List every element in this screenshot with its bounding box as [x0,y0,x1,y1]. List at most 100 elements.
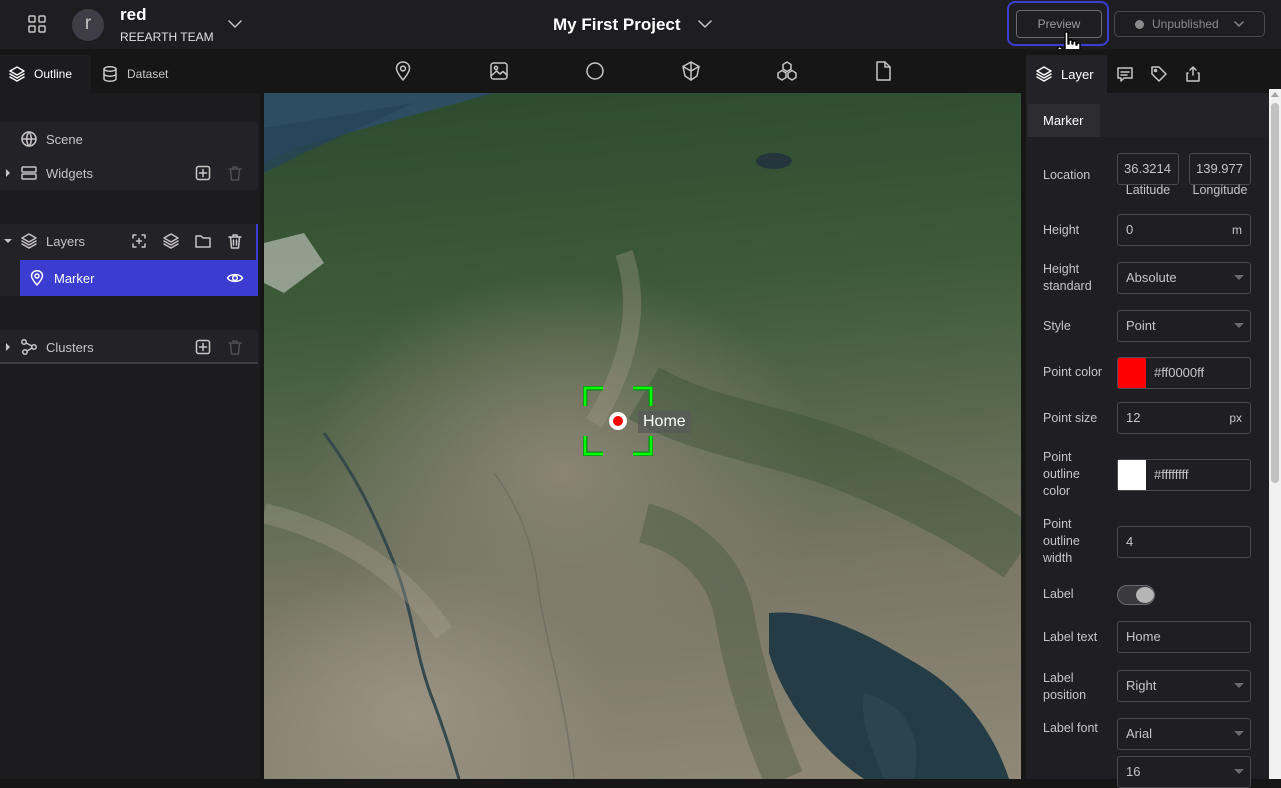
layers-label: Layers [46,233,86,249]
user-name: red [120,5,147,24]
label-font-value: Arial [1126,726,1153,741]
style-label: Style [1043,319,1071,333]
caret-right-icon[interactable] [4,169,12,177]
point-outline-color-swatch[interactable] [1118,460,1146,490]
file-icon[interactable] [872,60,894,82]
eye-icon[interactable] [226,269,244,287]
label-font-select[interactable]: Arial [1117,718,1251,750]
circle-icon[interactable] [584,60,606,82]
tag-icon[interactable] [1150,55,1168,93]
layers-row[interactable]: Layers [0,224,258,258]
height-standard-value: Absolute [1126,270,1177,285]
team-name: REEARTH TEAM [120,30,214,44]
trash-icon[interactable] [226,232,244,250]
dropdown-arrow-icon [1234,769,1244,774]
layers-icon [1035,65,1053,83]
clusters-icon [20,338,38,356]
trash-icon[interactable] [226,338,244,356]
height-standard-select[interactable]: Absolute [1117,262,1251,294]
clusters-row[interactable]: Clusters [0,330,258,364]
image-icon[interactable] [488,60,510,82]
scene-row[interactable]: Scene [0,122,258,156]
style-value: Point [1126,318,1156,333]
add-layer-icon[interactable] [130,232,148,250]
dropdown-arrow-icon [1234,683,1244,688]
point-size-input[interactable]: 12 px [1117,402,1251,434]
dropdown-arrow-icon [1234,323,1244,328]
infobox-icon[interactable] [1116,55,1134,93]
point-outline-color-label: Point outline color [1043,450,1080,498]
map-marker-point[interactable] [609,412,627,430]
longitude-label: Longitude [1192,183,1248,197]
section-title[interactable]: Marker [1028,104,1100,138]
point-size-value: 12 [1126,410,1141,425]
label-position-label: Label position [1043,671,1087,702]
layer-item-marker[interactable]: Marker [20,260,256,296]
height-label: Height [1043,223,1080,237]
model-icon[interactable] [776,60,798,82]
scroll-up-arrow-icon[interactable] [1271,92,1279,97]
location-label: Location [1043,168,1091,182]
label-font-size-select[interactable]: 16 [1117,756,1251,788]
marker-icon[interactable] [392,60,414,82]
height-unit: m [1232,223,1242,237]
label-font-size-value: 16 [1126,764,1141,779]
height-input[interactable]: 0 m [1117,214,1251,246]
add-widget-icon[interactable] [194,164,212,182]
layers-section: Layers Marker [0,224,258,296]
marker-icon [28,269,46,287]
tab-layer[interactable]: Layer [1026,55,1107,93]
point-color-input[interactable]: #ff0000ff [1117,357,1251,389]
apps-grid-icon[interactable] [26,13,48,35]
clusters-section: Clusters [0,330,258,364]
chevron-down-icon[interactable] [696,15,714,33]
clusters-label: Clusters [46,339,94,355]
properties-panel: Layer Marker Location 36.3214 139.977 La… [1026,49,1281,788]
point-outline-width-label: Point outline width [1043,517,1080,565]
point-color-label: Point color [1043,365,1103,379]
polygon-icon[interactable] [680,60,702,82]
globe-icon [20,130,38,148]
trash-icon[interactable] [226,164,244,182]
label-toggle-label: Label [1043,587,1074,601]
longitude-input[interactable]: 139.977 [1189,153,1251,185]
scrollbar[interactable] [1269,89,1281,779]
folder-icon[interactable] [194,232,212,250]
layer-stack-icon[interactable] [162,232,180,250]
label-text-input[interactable]: Home [1117,621,1251,653]
export-icon[interactable] [1184,55,1202,93]
map-marker-label: Home [638,411,691,433]
point-outline-color-input[interactable]: #ffffffff [1117,459,1251,491]
top-header: r red REEARTH TEAM My First Project Prev… [0,0,1281,62]
add-cluster-icon[interactable] [194,338,212,356]
tab-dataset[interactable]: Dataset [93,55,183,93]
dropdown-arrow-icon [1234,275,1244,280]
tab-outline[interactable]: Outline [0,55,91,93]
chevron-down-icon[interactable] [226,15,244,33]
layers-icon [20,232,38,250]
left-tabs: Outline Dataset [0,49,260,93]
point-color-value: #ff0000ff [1154,365,1205,380]
label-toggle[interactable] [1117,585,1155,605]
label-text-label: Label text [1043,630,1098,644]
label-position-select[interactable]: Right [1117,670,1251,702]
tab-layer-label: Layer [1061,66,1094,82]
caret-down-icon[interactable] [4,237,12,245]
tab-outline-label: Outline [34,67,73,81]
widgets-row[interactable]: Widgets [0,156,258,190]
latitude-input[interactable]: 36.3214 [1117,153,1179,185]
publish-status-label: Unpublished [1152,17,1219,31]
label-font-label: Label font [1043,721,1098,735]
style-select[interactable]: Point [1117,310,1251,342]
publish-status-dropdown[interactable]: Unpublished [1114,11,1265,37]
caret-right-icon[interactable] [4,343,12,351]
chevron-down-icon [1233,18,1245,30]
map-viewport[interactable]: Home [264,93,1021,779]
point-outline-width-input[interactable]: 4 [1117,526,1251,558]
scene-section: Scene Widgets [0,122,258,190]
scrollbar-thumb[interactable] [1271,103,1279,483]
avatar[interactable]: r [72,9,104,41]
latitude-label: Latitude [1125,183,1171,197]
point-color-swatch[interactable] [1118,358,1146,388]
marker-label: Marker [54,270,95,286]
